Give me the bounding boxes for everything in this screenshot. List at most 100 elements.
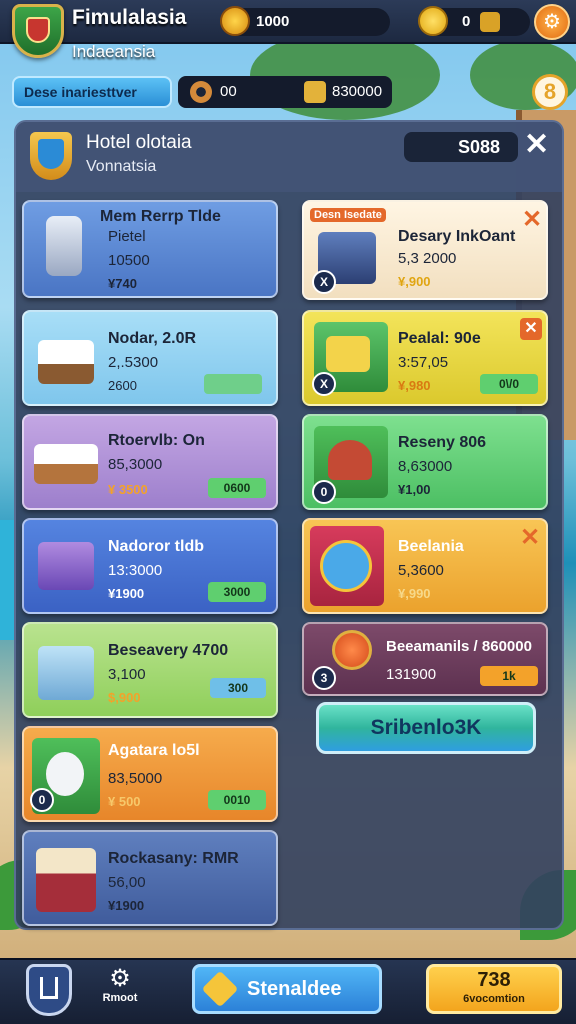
promotion-number: 738: [477, 969, 511, 991]
computer-icon: [38, 542, 94, 590]
mode-button[interactable]: Dese inariesttver: [12, 76, 172, 108]
item-price: ¥740: [108, 276, 137, 291]
item-value: 2,.5300: [108, 354, 159, 371]
coin-counter[interactable]: 1000: [220, 6, 390, 36]
item-title: Desary InkOant: [398, 228, 516, 245]
level-badge: 0: [312, 480, 336, 504]
crate-icon: [38, 646, 94, 700]
item-price: ¥1900: [108, 586, 145, 601]
app-title: Fimulalasia: [72, 6, 187, 29]
bed-icon: [38, 340, 94, 384]
resource-value-2: 830000: [332, 83, 383, 100]
panel-subtitle: Vonnatsia: [86, 158, 157, 175]
item-card[interactable]: Rockasany: RMR 56,00 ¥1900: [22, 830, 278, 926]
magnifier-icon: [332, 630, 372, 670]
level-badge: 3: [312, 666, 336, 690]
main-action-label: Stenaldee: [247, 978, 342, 1000]
item-card[interactable]: Desn Isedate X ✕ Desary InkOant 5,3 2000…: [302, 200, 548, 300]
home-icon[interactable]: [26, 964, 72, 1016]
promotion-label: 6vocomtion: [463, 993, 525, 1005]
mattress-icon: [34, 444, 98, 484]
main-action-button[interactable]: Stenaldee: [192, 964, 382, 1014]
item-price: $,900: [108, 690, 141, 705]
gem-counter[interactable]: 0: [418, 6, 530, 36]
item-value: 83,5000: [108, 770, 163, 787]
item-card[interactable]: Nadoror tldb 13:3000 ¥1900 3000: [22, 518, 278, 614]
gift-box-icon: [36, 848, 96, 912]
promotion-button[interactable]: 738 6vocomtion: [426, 964, 562, 1014]
item-card[interactable]: Mem Rerrp Tlde Pietel 10500 ¥740: [22, 200, 278, 298]
item-action-button[interactable]: 300: [210, 678, 266, 698]
close-icon[interactable]: ✕: [522, 208, 542, 232]
app-subtitle: Indaeansia: [72, 42, 156, 61]
item-card[interactable]: X ✕ Pealal: 90e 3:57,05 ¥,980 0\/0: [302, 310, 548, 406]
item-price: ¥,990: [398, 586, 431, 601]
item-value: 10500: [108, 252, 150, 269]
remove-badge-icon[interactable]: X: [312, 270, 336, 294]
item-title: Nodar, 2.0R: [108, 330, 197, 347]
treasure-icon: [480, 12, 500, 32]
item-value: 85,3000: [108, 456, 163, 473]
bottle-icon: [46, 216, 82, 276]
basket-icon: [328, 440, 372, 480]
remove-badge-icon[interactable]: X: [312, 372, 336, 396]
item-value: 5,3600: [398, 562, 444, 579]
item-card[interactable]: Nodar, 2.0R 2,.5300 2600: [22, 310, 278, 406]
gear-icon: ⚙: [109, 965, 131, 992]
item-price: ¥ 3500: [108, 482, 148, 497]
help-icon[interactable]: 8: [532, 74, 568, 110]
item-title: Agatara lo5l: [108, 742, 200, 759]
close-icon[interactable]: ✕: [520, 526, 540, 550]
vase-shape-icon: [46, 752, 84, 796]
item-action-button[interactable]: 1k: [480, 666, 538, 686]
item-title: Rockasany: RMR: [108, 850, 239, 867]
item-action-button[interactable]: 0010: [208, 790, 266, 810]
item-value: 8,63000: [398, 458, 453, 475]
item-card[interactable]: 0 Agatara lo5l 83,5000 ¥ 500 0010: [22, 726, 278, 822]
item-price: ¥,980: [398, 378, 431, 393]
cheese-block-icon: [326, 336, 370, 372]
item-title: Nadoror tldb: [108, 538, 204, 555]
settings-gear-button[interactable]: ⚙: [534, 4, 570, 40]
item-action-button[interactable]: 0\/0: [480, 374, 538, 394]
item-price: ¥1900: [108, 898, 145, 913]
item-value: 3,100: [108, 666, 146, 683]
item-title: Mem Rerrp Tlde: [100, 208, 221, 225]
coin-icon: [220, 6, 250, 36]
bag-icon: [304, 81, 326, 103]
gold-coin-icon: [418, 6, 448, 36]
confirm-button[interactable]: Sribenlo3K: [316, 702, 536, 754]
item-title: Reseny 806: [398, 434, 487, 451]
item-title: Pealal: 90e: [398, 330, 481, 347]
item-title: Beelania: [398, 538, 464, 555]
item-value: 56,00: [108, 874, 146, 891]
item-title: Rtoervlb: On: [108, 432, 205, 449]
emblem-icon[interactable]: [12, 4, 64, 58]
item-price: ¥1,00: [398, 482, 431, 497]
item-card[interactable]: 0 Reseny 806 8,63000 ¥1,00: [302, 414, 548, 510]
item-card[interactable]: Beseavery 4700 3,100 $,900 300: [22, 622, 278, 718]
item-action-button[interactable]: 3000: [208, 582, 266, 602]
gem-count: 0: [462, 13, 471, 30]
coin-count: 1000: [256, 13, 290, 30]
item-card[interactable]: Rtoervlb: On 85,3000 ¥ 3500 0600: [22, 414, 278, 510]
panel-header: Hotel olotaia Vonnatsia S088 ✕: [16, 122, 562, 192]
item-action-button[interactable]: 0600: [208, 478, 266, 498]
panel-title: Hotel olotaia: [86, 132, 192, 153]
item-action-button[interactable]: [204, 374, 262, 394]
item-value: 131900: [386, 666, 437, 683]
settings-button[interactable]: ⚙ Rmoot: [96, 965, 144, 1005]
level-badge: 0: [30, 788, 54, 812]
compass-dial-icon: [320, 540, 372, 592]
donut-icon: [190, 81, 212, 103]
close-icon[interactable]: ✕: [524, 128, 549, 162]
item-card[interactable]: 3 Beeamanils / 860000 131900 1k: [302, 622, 548, 696]
item-tag: Desn Isedate: [310, 208, 386, 222]
item-subtitle: Pietel: [108, 228, 146, 245]
settings-label: Rmoot: [102, 992, 138, 1004]
item-card[interactable]: ✕ Beelania 5,3600 ¥,990: [302, 518, 548, 614]
hammer-icon: [201, 970, 239, 1008]
item-title: Beeamanils / 860000: [386, 638, 532, 655]
close-icon[interactable]: ✕: [520, 318, 542, 340]
resource-value-1: 00: [220, 83, 237, 100]
